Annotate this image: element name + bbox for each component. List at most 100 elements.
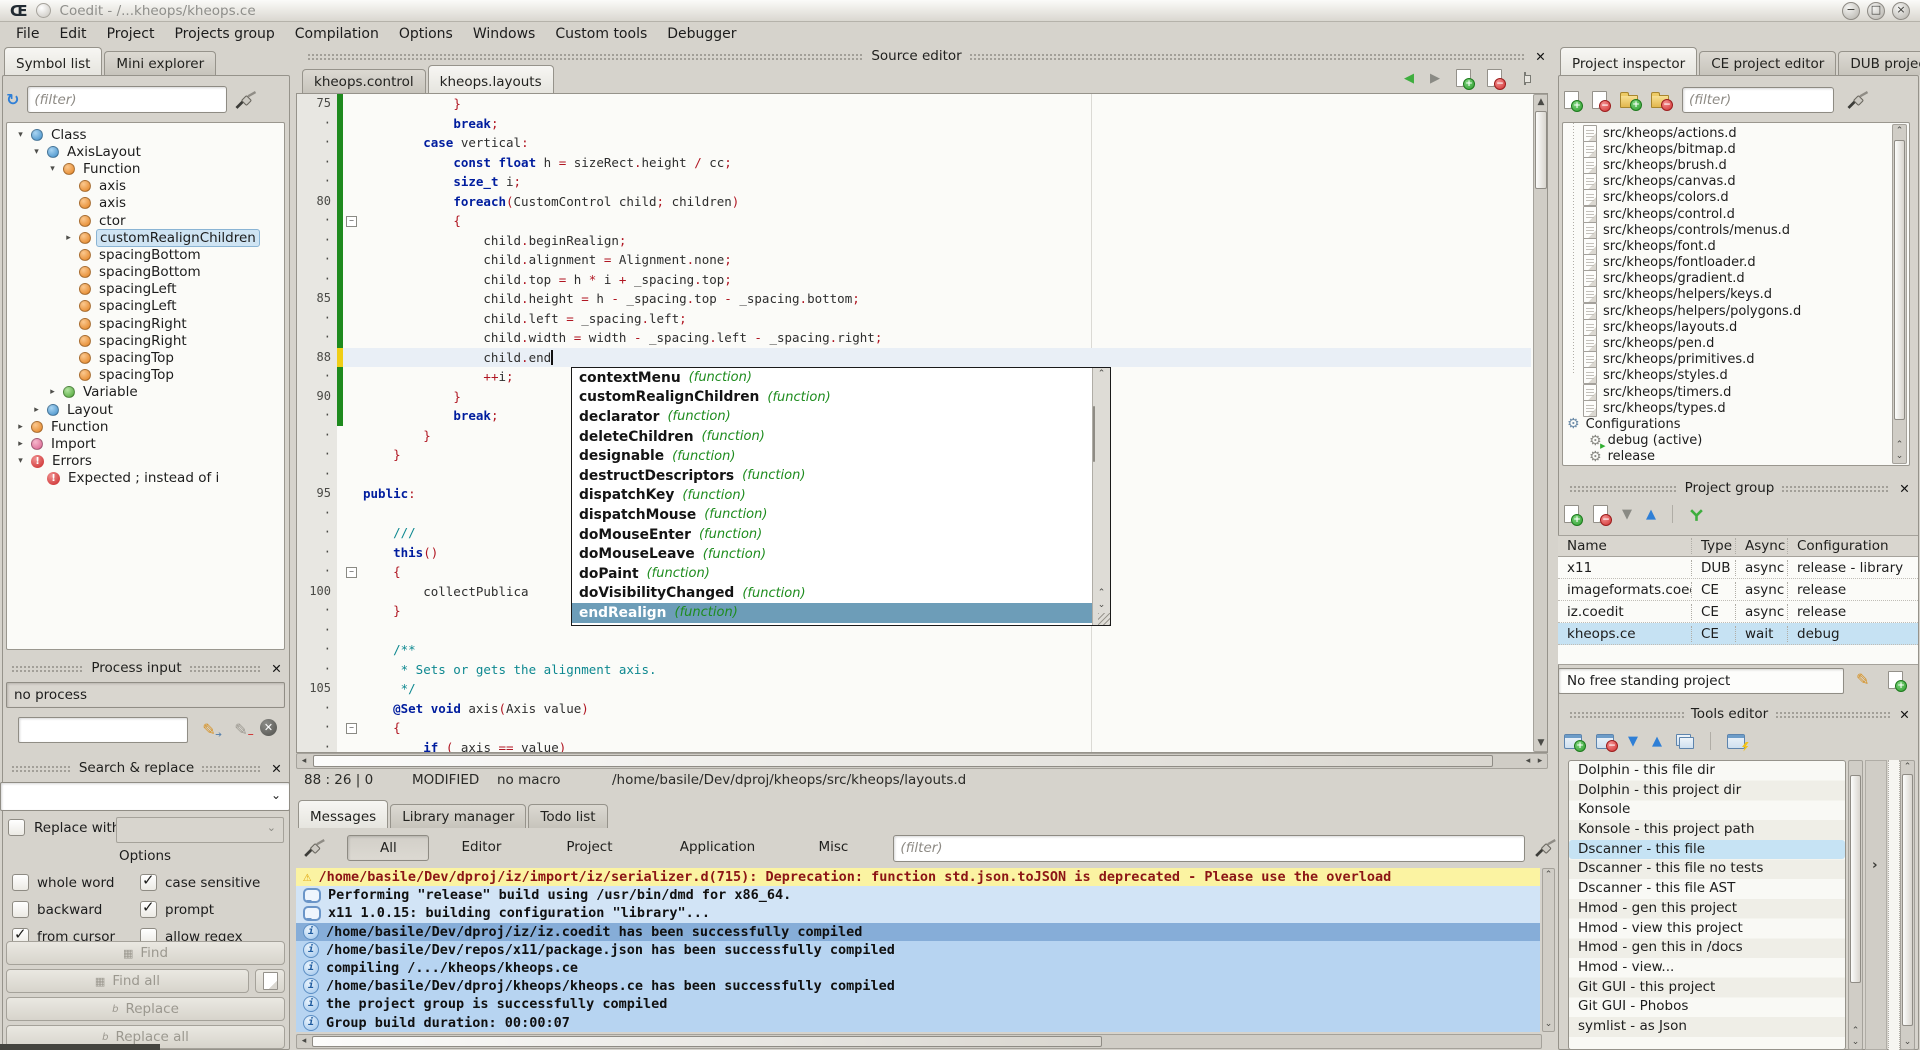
fold-marker-icon[interactable]: − [346, 216, 357, 227]
scrollbar-thumb[interactable] [1093, 406, 1095, 462]
code-line[interactable]: 75 } [297, 94, 1531, 114]
minimize-button[interactable]: − [1842, 2, 1860, 20]
expander-open-icon[interactable]: ▾ [31, 147, 42, 157]
clear-messages-brush-icon[interactable] [304, 839, 325, 857]
editor-tab-kheops-layouts[interactable]: kheops.layouts [428, 65, 554, 93]
completion-item[interactable]: doMouseLeave(function) [572, 544, 1092, 564]
menu-project[interactable]: Project [97, 24, 165, 44]
symbol-filter-input[interactable] [27, 86, 227, 113]
filter-all-button[interactable]: All [347, 835, 429, 861]
menu-options[interactable]: Options [389, 24, 463, 44]
tool-item[interactable]: Dscanner - this file AST [1569, 879, 1845, 899]
tools-scrollbar[interactable]: ⌃⌄ [1848, 760, 1863, 1050]
symbol-tree-item[interactable]: spacingBottom [7, 246, 284, 263]
inspector-filter-input[interactable] [1682, 87, 1834, 113]
scrollbar-thumb[interactable] [1850, 775, 1861, 983]
replace-with-combobox[interactable]: ⌄ [116, 817, 284, 843]
project-file-item[interactable]: src/kheops/fontloader.d [1563, 255, 1909, 271]
kill-process-icon[interactable]: ✕ [260, 719, 277, 736]
configuration-item[interactable]: ⚙debug (active) [1563, 433, 1909, 449]
completion-item[interactable]: dispatchMouse(function) [572, 505, 1092, 525]
project-file-item[interactable]: src/kheops/helpers/polygons.d [1563, 303, 1909, 319]
code-line[interactable]: · * Sets or gets the alignment axis. [297, 660, 1531, 680]
move-tool-up-icon[interactable]: ▲ [1652, 734, 1662, 749]
messages-vertical-scrollbar[interactable]: ⌃⌄ [1542, 868, 1555, 1032]
completion-item[interactable]: designable(function) [572, 446, 1092, 466]
fold-marker-icon[interactable]: − [346, 567, 357, 578]
configuration-item[interactable]: ⚙release [1563, 449, 1909, 465]
completion-item[interactable]: dispatchKey(function) [572, 486, 1092, 506]
project-file-item[interactable]: src/kheops/timers.d [1563, 384, 1909, 400]
menu-edit[interactable]: Edit [49, 24, 96, 44]
project-file-item[interactable]: src/kheops/gradient.d [1563, 271, 1909, 287]
filter-application-button[interactable]: Application [645, 835, 789, 859]
tab-messages[interactable]: Messages [298, 800, 388, 828]
find-all-in-new-doc-button[interactable] [255, 969, 285, 993]
tab-dub-project-editor[interactable]: DUB project editor [1838, 51, 1920, 75]
completion-item[interactable]: customRealignChildren(function) [572, 388, 1092, 408]
log-row[interactable]: x11 1.0.15: building configuration "libr… [296, 904, 1540, 922]
symbol-tree-item[interactable]: ▸Layout [7, 401, 284, 418]
symbol-tree-item[interactable]: ▸customRealignChildren [7, 229, 284, 246]
replace-with-checkbox[interactable] [8, 819, 25, 836]
refresh-symbols-icon[interactable]: ↻ [6, 90, 19, 109]
log-row[interactable]: icompiling /.../kheops/kheops.ce [296, 959, 1540, 977]
menu-compilation[interactable]: Compilation [285, 24, 389, 44]
add-folder-icon[interactable] [1620, 95, 1638, 108]
project-file-item[interactable]: src/kheops/primitives.d [1563, 352, 1909, 368]
code-line[interactable]: 105 */ [297, 679, 1531, 699]
code-editor[interactable]: 75 }· break;· case vertical:· const floa… [296, 93, 1548, 753]
symbol-tree-item[interactable]: ctor [7, 212, 284, 229]
completion-item[interactable]: declarator(function) [572, 407, 1092, 427]
file-tree-scrollbar[interactable]: ⌃ ⌃⌄ [1892, 124, 1907, 464]
code-line[interactable]: · child.width = width - _spacing.left - … [297, 328, 1531, 348]
whole-word-checkbox[interactable] [12, 874, 29, 891]
symbol-tree-item[interactable]: ▸Import [7, 435, 284, 452]
backward-checkbox[interactable] [12, 901, 29, 918]
project-file-item[interactable]: src/kheops/actions.d [1563, 125, 1909, 141]
configurations-node[interactable]: ⚙Configurations [1563, 416, 1909, 432]
process-input-field[interactable] [18, 717, 188, 743]
new-document-icon[interactable] [1456, 69, 1471, 87]
project-group-row[interactable]: iz.coeditCEasyncrelease [1558, 601, 1918, 623]
messages-filter-input[interactable] [893, 835, 1524, 862]
case-sensitive-checkbox[interactable] [140, 874, 157, 891]
menu-debugger[interactable]: Debugger [657, 24, 746, 44]
log-row[interactable]: i/home/basile/Dev/dproj/iz/iz.coedit has… [296, 923, 1540, 941]
tool-item[interactable]: Hmod - gen this in /docs [1569, 938, 1845, 958]
code-line[interactable]: · case vertical: [297, 133, 1531, 153]
code-line[interactable]: · break; [297, 114, 1531, 134]
tool-item[interactable]: Dolphin - this project dir [1569, 781, 1845, 801]
project-file-item[interactable]: src/kheops/colors.d [1563, 190, 1909, 206]
completion-item[interactable]: deleteChildren(function) [572, 427, 1092, 447]
remove-file-icon[interactable] [1592, 91, 1607, 109]
clone-tool-icon[interactable] [1676, 734, 1694, 749]
code-line[interactable]: 88 child.end [297, 348, 1531, 368]
menu-projects-group[interactable]: Projects group [164, 24, 284, 44]
project-group-row[interactable]: kheops.ceCEwaitdebug [1558, 623, 1918, 645]
symbol-tree-item[interactable]: !Expected ; instead of i [7, 470, 284, 487]
send-input-no-newline-icon[interactable]: ✎− [228, 718, 254, 740]
tool-item[interactable]: Git GUI - this project [1569, 978, 1845, 998]
tool-item[interactable]: Konsole [1569, 800, 1845, 820]
expander-closed-icon[interactable]: ▸ [63, 233, 74, 243]
log-row[interactable]: iGroup build duration: 00:00:07 [296, 1014, 1540, 1032]
tab-todo-list[interactable]: Todo list [528, 804, 607, 828]
code-line[interactable]: · /** [297, 640, 1531, 660]
tab-mini-explorer[interactable]: Mini explorer [104, 51, 216, 75]
symbol-tree-item[interactable]: spacingRight [7, 315, 284, 332]
tab-project-inspector[interactable]: Project inspector [1560, 47, 1697, 75]
tool-item[interactable]: Dscanner - this file [1569, 840, 1845, 860]
editor-tab-kheops-control[interactable]: kheops.control [302, 69, 426, 93]
log-row[interactable]: Performing "release" build using /usr/bi… [296, 886, 1540, 904]
symbol-tree-item[interactable]: spacingLeft [7, 281, 284, 298]
code-line[interactable]: · @Set void axis(Axis value) [297, 699, 1531, 719]
move-tool-down-icon[interactable]: ▼ [1628, 734, 1638, 749]
resize-grip[interactable] [1098, 613, 1110, 625]
tool-detail-scrollbar[interactable]: ⌃ ⌄ [1900, 760, 1915, 1050]
code-line[interactable]: · child.alignment = Alignment.none; [297, 250, 1531, 270]
log-row[interactable]: i/home/basile/Dev/repos/x11/package.json… [296, 941, 1540, 959]
code-line[interactable]: · size_t i; [297, 172, 1531, 192]
project-file-item[interactable]: src/kheops/brush.d [1563, 157, 1909, 173]
menu-file[interactable]: File [6, 24, 49, 44]
